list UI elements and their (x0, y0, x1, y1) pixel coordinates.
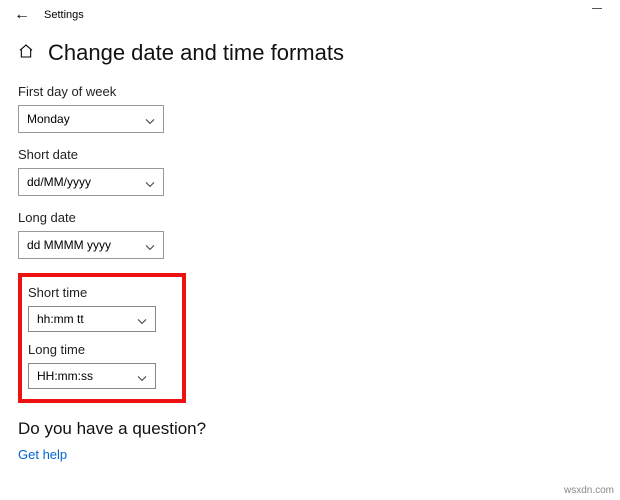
field-short-time: Short time hh:mm tt (28, 285, 172, 332)
window-title: Settings (44, 9, 84, 21)
chevron-down-icon (145, 239, 155, 253)
highlight-annotation-box: Short time hh:mm tt Long time HH:mm:ss (18, 273, 186, 403)
label-first-day-of-week: First day of week (18, 84, 602, 99)
field-long-time: Long time HH:mm:ss (28, 342, 172, 389)
select-short-date[interactable]: dd/MM/yyyy (18, 168, 164, 196)
label-short-time: Short time (28, 285, 172, 300)
select-value: Monday (27, 112, 70, 126)
back-arrow-icon[interactable]: ← (14, 6, 30, 24)
minimize-icon[interactable] (592, 8, 602, 9)
page-header: Change date and time formats (0, 28, 620, 84)
select-value: HH:mm:ss (37, 369, 93, 383)
label-long-time: Long time (28, 342, 172, 357)
select-value: dd MMMM yyyy (27, 238, 111, 252)
titlebar: ← Settings (0, 0, 620, 28)
field-short-date: Short date dd/MM/yyyy (18, 147, 602, 196)
chevron-down-icon (137, 313, 147, 327)
select-short-time[interactable]: hh:mm tt (28, 306, 156, 332)
select-long-date[interactable]: dd MMMM yyyy (18, 231, 164, 259)
content-area: First day of week Monday Short date dd/M… (0, 84, 620, 462)
chevron-down-icon (137, 370, 147, 384)
chevron-down-icon (145, 176, 155, 190)
field-first-day-of-week: First day of week Monday (18, 84, 602, 133)
page-title: Change date and time formats (48, 40, 344, 66)
select-value: dd/MM/yyyy (27, 175, 91, 189)
chevron-down-icon (145, 113, 155, 127)
select-value: hh:mm tt (37, 312, 84, 326)
watermark-text: wsxdn.com (564, 485, 614, 496)
select-first-day-of-week[interactable]: Monday (18, 105, 164, 133)
field-long-date: Long date dd MMMM yyyy (18, 210, 602, 259)
label-long-date: Long date (18, 210, 602, 225)
label-short-date: Short date (18, 147, 602, 162)
select-long-time[interactable]: HH:mm:ss (28, 363, 156, 389)
get-help-link[interactable]: Get help (18, 447, 67, 462)
question-heading: Do you have a question? (18, 419, 602, 439)
home-icon[interactable] (18, 43, 34, 63)
